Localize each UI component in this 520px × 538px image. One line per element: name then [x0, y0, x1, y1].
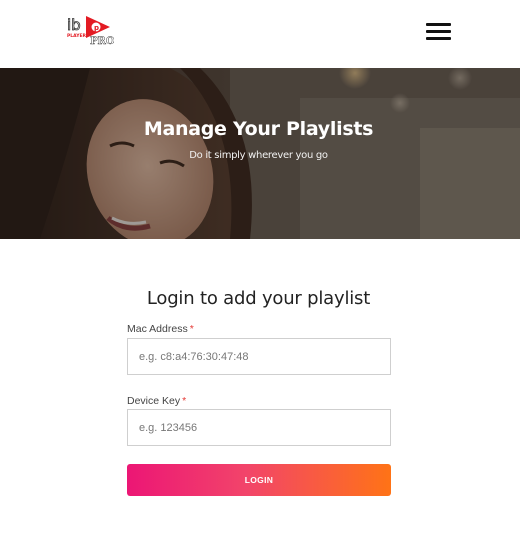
- ibo-player-pro-logo[interactable]: p ib PLAYER PRO: [66, 14, 115, 48]
- device-key-label: Device Key *: [127, 395, 186, 407]
- svg-text:ib: ib: [67, 16, 81, 34]
- hamburger-menu-icon[interactable]: [424, 21, 454, 43]
- top-header: p ib PLAYER PRO: [0, 0, 520, 68]
- login-button[interactable]: LOGIN: [127, 464, 391, 496]
- hero-banner: Manage Your Playlists Do it simply where…: [0, 68, 520, 239]
- menu-bar: [426, 23, 451, 26]
- device-key-label-text: Device Key: [127, 395, 181, 407]
- hero-subtitle: Do it simply wherever you go: [189, 150, 328, 161]
- mac-address-input[interactable]: [127, 338, 391, 375]
- menu-bar: [426, 37, 451, 40]
- hero-title: Manage Your Playlists: [143, 118, 374, 140]
- form-title: Login to add your playlist: [146, 288, 371, 309]
- svg-text:PRO: PRO: [90, 36, 114, 47]
- svg-text:p: p: [94, 24, 99, 32]
- required-mark: *: [189, 323, 194, 335]
- menu-bar: [426, 30, 451, 33]
- device-key-input[interactable]: [127, 409, 391, 446]
- mac-address-label-text: Mac Address: [127, 323, 188, 335]
- mac-address-label: Mac Address *: [127, 323, 194, 335]
- required-mark: *: [182, 395, 187, 407]
- svg-text:PLAYER: PLAYER: [67, 33, 87, 39]
